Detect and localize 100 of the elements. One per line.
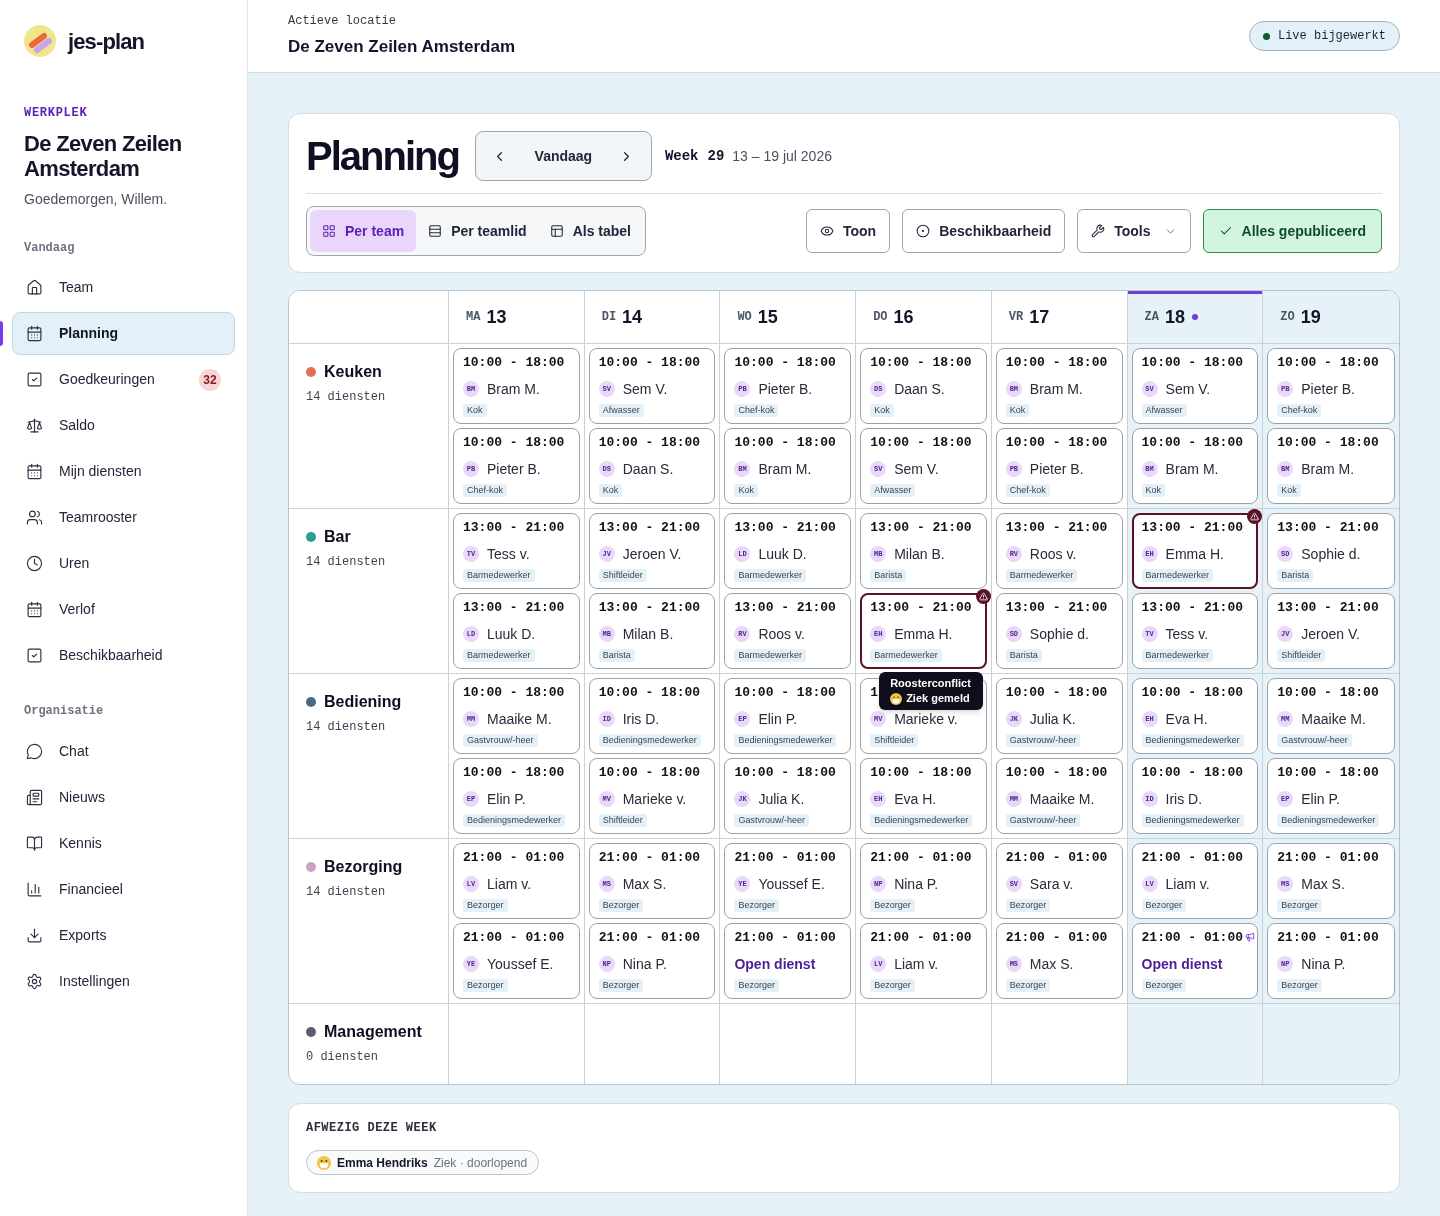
shift-count: 0 diensten bbox=[306, 1049, 379, 1065]
absentee-name: Emma Hendriks bbox=[337, 1154, 428, 1172]
role-tag: Barmedewerker bbox=[734, 649, 806, 662]
nav-item[interactable]: Teamrooster bbox=[12, 496, 235, 539]
role-tag: Barmedewerker bbox=[1005, 569, 1078, 582]
employee-name: Bram M. bbox=[1029, 379, 1083, 399]
shift-time: 21:00 - 01:00 bbox=[1005, 850, 1108, 866]
shift-time: 10:00 - 18:00 bbox=[1141, 765, 1243, 781]
team-name: Keuken bbox=[324, 362, 382, 382]
nav-item[interactable]: Team bbox=[12, 266, 235, 309]
section-title: Organisatie bbox=[24, 703, 105, 719]
employee-name: Tess v. bbox=[487, 544, 530, 564]
employee-name: Julia K. bbox=[758, 789, 805, 809]
shift-time: 10:00 - 18:00 bbox=[1141, 435, 1243, 451]
shift-time: 13:00 - 21:00 bbox=[734, 600, 836, 616]
day-number: 17 bbox=[1029, 305, 1050, 329]
role-tag: Chef-kok bbox=[1005, 484, 1050, 497]
shift-time: 10:00 - 18:00 bbox=[1141, 355, 1243, 371]
shift-time: 21:00 - 01:00 bbox=[1141, 850, 1243, 866]
role-tag: Chef-kok bbox=[1277, 404, 1322, 417]
tooltip-text: Ziek gemeld bbox=[906, 691, 970, 706]
nav-item[interactable]: Chat bbox=[12, 730, 235, 773]
shift-time: 10:00 - 18:00 bbox=[1277, 355, 1379, 371]
employee-name: Nina P. bbox=[1301, 954, 1346, 974]
day-number: 16 bbox=[893, 305, 914, 329]
employee-name: Milan B. bbox=[622, 624, 674, 644]
toolbar-button[interactable]: Toon bbox=[806, 209, 891, 253]
employee-name: Sem V. bbox=[1165, 379, 1211, 399]
employee-name: Sem V. bbox=[894, 459, 939, 479]
employee-name: Nina P. bbox=[622, 954, 667, 974]
absence-chip[interactable]: Emma Hendriks Ziek · doorlopend bbox=[306, 1150, 540, 1175]
role-tag: Shiftleider bbox=[598, 814, 647, 827]
view-tab[interactable]: Als tabel bbox=[538, 210, 642, 252]
weekday-label: DI bbox=[601, 309, 617, 326]
location-label: Actieve locatie bbox=[288, 13, 398, 29]
employee-name: Bram M. bbox=[1165, 459, 1219, 479]
book-icon bbox=[26, 835, 43, 852]
employee-name: Maaike M. bbox=[487, 709, 552, 729]
shift-card[interactable]: 21:00 - 01:00 Open dienst Bezorger bbox=[1131, 923, 1259, 999]
role-tag: Bezorger bbox=[1141, 979, 1187, 992]
active-indicator bbox=[0, 321, 3, 346]
open-shift-label: Open dienst bbox=[1141, 954, 1223, 974]
employee-name: Youssef E. bbox=[487, 954, 554, 974]
nav-item[interactable]: Mijn diensten bbox=[12, 450, 235, 493]
toolbar-button[interactable]: Tools bbox=[1077, 209, 1191, 253]
role-tag: Bezorger bbox=[1277, 899, 1322, 912]
view-tab[interactable]: Per teamlid bbox=[417, 210, 538, 252]
nav-item[interactable]: Planning bbox=[12, 312, 235, 355]
today-button[interactable]: Vandaag bbox=[530, 145, 597, 167]
nav-item[interactable]: Uren bbox=[12, 542, 235, 585]
employee-name: Sophie d. bbox=[1301, 544, 1361, 564]
shift-time: 21:00 - 01:00 bbox=[1277, 930, 1379, 946]
role-tag: Bedieningsmedewerker bbox=[734, 734, 837, 747]
employee-name: Emma H. bbox=[894, 624, 953, 644]
role-tag: Barmedewerker bbox=[463, 569, 535, 582]
check-icon bbox=[1218, 224, 1233, 238]
toolbar-button[interactable]: Beschikbaarheid bbox=[902, 209, 1066, 253]
toolbar-button[interactable]: Alles gepubliceerd bbox=[1202, 209, 1382, 253]
role-tag: Barista bbox=[870, 569, 907, 582]
grid-icon bbox=[322, 224, 336, 238]
week-range: 13 – 19 jul 2026 bbox=[732, 146, 832, 166]
role-tag: Gastvrouw/-heer bbox=[734, 814, 809, 827]
shift-time: 10:00 - 18:00 bbox=[1005, 435, 1108, 451]
logo-text: jes-plan bbox=[68, 27, 145, 56]
shift-time: 21:00 - 01:00 bbox=[734, 850, 836, 866]
wrench-icon bbox=[1091, 224, 1106, 238]
shift-time: 21:00 - 01:00 bbox=[463, 850, 565, 866]
view-tab[interactable]: Per team bbox=[310, 210, 417, 252]
day-number: 18 bbox=[1164, 305, 1185, 329]
nav-item[interactable]: Exports bbox=[12, 914, 235, 957]
employee-name: Sara v. bbox=[1029, 874, 1074, 894]
nav-item[interactable]: Kennis bbox=[12, 822, 235, 865]
role-tag: Kok bbox=[463, 404, 487, 417]
role-tag: Bedieningsmedewerker bbox=[1141, 814, 1244, 827]
shift-time: 13:00 - 21:00 bbox=[734, 520, 836, 536]
nav-item[interactable]: Instellingen bbox=[12, 960, 235, 1003]
nav-item[interactable]: Goedkeuringen 32 bbox=[12, 358, 235, 401]
employee-name: Tess v. bbox=[1165, 624, 1209, 644]
shift-time: 10:00 - 18:00 bbox=[1277, 685, 1379, 701]
weekday-label: DO bbox=[873, 309, 888, 326]
shift-time: 10:00 - 18:00 bbox=[1005, 765, 1108, 781]
role-tag: Afwasser bbox=[870, 484, 916, 497]
employee-name: Elin P. bbox=[758, 709, 798, 729]
employee-name: Bram M. bbox=[1301, 459, 1355, 479]
shift-time: 10:00 - 18:00 bbox=[598, 685, 701, 701]
nav-item[interactable]: Financieel bbox=[12, 868, 235, 911]
shift-time: 10:00 - 18:00 bbox=[463, 355, 565, 371]
nav-item[interactable]: Verlof bbox=[12, 588, 235, 631]
nav-item[interactable]: Saldo bbox=[12, 404, 235, 447]
shift-time: 10:00 - 18:00 bbox=[463, 685, 565, 701]
shift-time: 21:00 - 01:00 bbox=[734, 930, 836, 946]
employee-name: Pieter B. bbox=[487, 459, 541, 479]
role-tag: Chef-kok bbox=[734, 404, 779, 417]
nav-item[interactable]: Nieuws bbox=[12, 776, 235, 819]
role-tag: Gastvrouw/-heer bbox=[463, 734, 538, 747]
shift-time: 13:00 - 21:00 bbox=[1277, 600, 1379, 616]
employee-name: Eva H. bbox=[894, 789, 937, 809]
shift-card[interactable]: 21:00 - 01:00 Open dienst Bezorger bbox=[724, 923, 852, 999]
employee-name: Eva H. bbox=[1165, 709, 1208, 729]
nav-item[interactable]: Beschikbaarheid bbox=[12, 634, 235, 677]
